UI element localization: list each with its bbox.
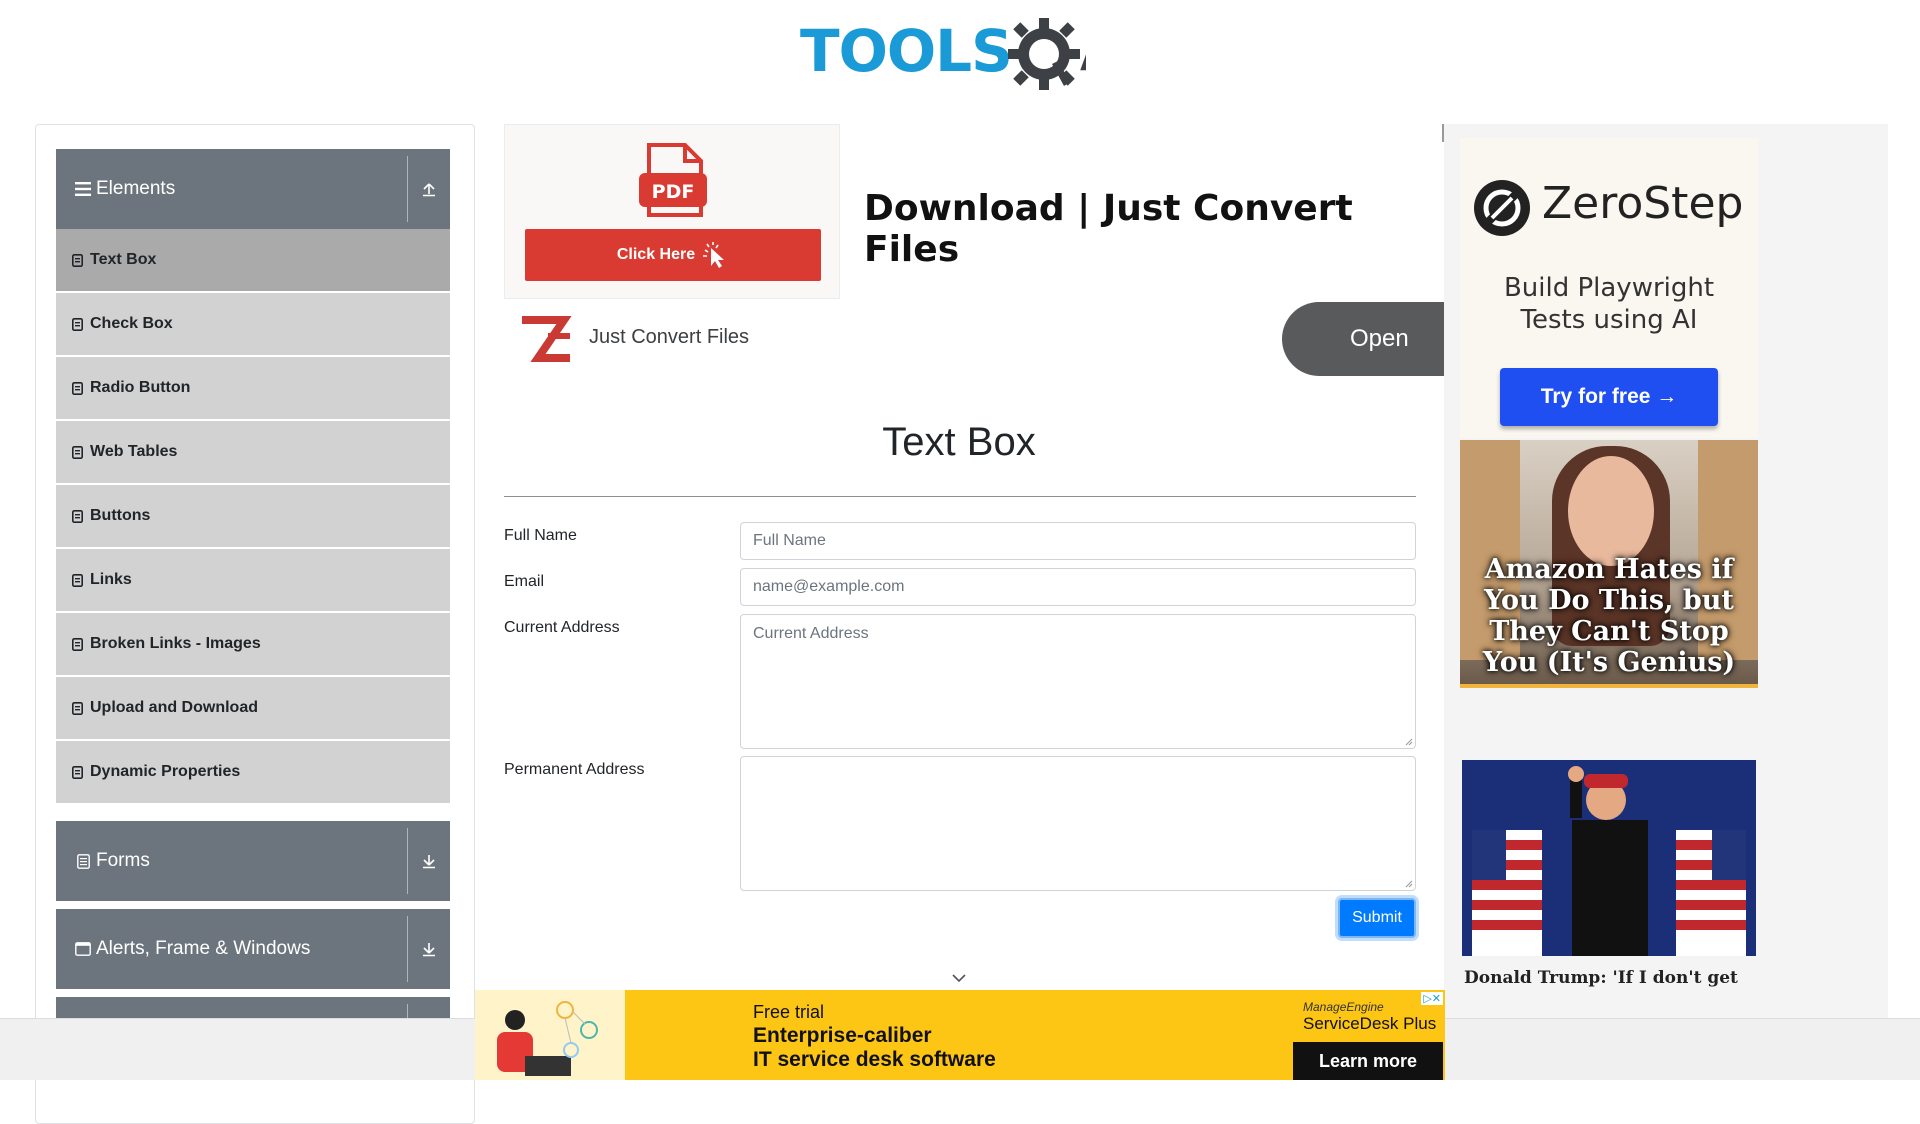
window-icon [74,940,92,958]
sidebar-item-text-box[interactable]: Text Box [56,229,450,291]
ad-image-face [1568,456,1654,566]
chevron-down-icon[interactable] [950,972,968,984]
sidebar-item-web-tables[interactable]: Web Tables [56,421,450,483]
cursor-click-icon [703,242,725,268]
resize-handle-icon[interactable] [1405,880,1413,888]
logo-qa-text: A [1080,27,1086,81]
zerostep-tagline-2: Tests using AI [1520,305,1698,335]
group-header-elements[interactable]: Elements [56,149,450,229]
logo-tools-text: TOOLS [800,17,1013,85]
sidebar-item-label: Buttons [90,507,151,524]
submit-button[interactable]: Submit [1338,898,1416,938]
current-address-label: Current Address [504,619,620,636]
zerostep-logo-icon [1474,180,1530,236]
list-item-icon [70,765,84,779]
pdf-label: PDF [652,181,695,203]
group-header-alerts[interactable]: Alerts, Frame & Windows [56,909,450,989]
list-item-icon [70,637,84,651]
news-photo [1462,760,1756,956]
toolsqa-logo[interactable]: TOOLS A [800,14,1125,94]
list-item-icon [70,509,84,523]
click-here-button[interactable]: Click Here [525,229,821,281]
group-title-forms: Forms [96,850,150,871]
expand-down-icon[interactable] [408,853,450,869]
full-name-input[interactable]: Full Name [740,522,1416,560]
current-address-textarea[interactable]: Current Address [740,614,1416,749]
ad-zerostep[interactable]: ZeroStep Build Playwright Tests using AI… [1460,138,1758,438]
email-input[interactable]: name@example.com [740,568,1416,606]
sidebar-item-label: Links [90,571,132,588]
ad-headline-line-1: Enterprise-caliber [753,1024,932,1047]
servicedesk-brand: ServiceDesk Plus [1303,1014,1437,1033]
ad-brand-name: Just Convert Files [589,326,750,348]
group-title-elements: Elements [96,178,176,199]
hamburger-icon [74,180,92,198]
sidebar-item-label: Text Box [90,251,157,268]
sidebar-item-radio-button[interactable]: Radio Button [56,357,450,419]
ad-headline: Download | Just Convert Files [864,188,1353,270]
ad-headline: Enterprise-caliber IT service desk softw… [753,1024,996,1072]
current-address-placeholder: Current Address [753,625,869,642]
permanent-address-textarea[interactable] [740,756,1416,891]
news-caption[interactable]: Donald Trump: 'If I don't get [1464,968,1738,988]
sidebar-item-label: Dynamic Properties [90,763,241,780]
group-title-alerts: Alerts, Frame & Windows [96,938,311,959]
full-name-label: Full Name [504,527,577,544]
ad-servicedesk-banner[interactable]: Free trial Enterprise-caliber IT service… [475,990,1445,1080]
ad-choices-icon[interactable]: ▷✕ [1421,992,1443,1005]
sidebar-item-buttons[interactable]: Buttons [56,485,450,547]
learn-more-button[interactable]: Learn more [1293,1042,1443,1080]
sidebar-item-check-box[interactable]: Check Box [56,293,450,355]
sidebar-item-upload-download[interactable]: Upload and Download [56,677,450,739]
gear-icon: A [1008,18,1086,90]
ad-sub-bar: Just Convert Files Open [504,302,1482,376]
try-for-free-button[interactable]: Try for free → [1500,368,1718,426]
form-icon [74,852,92,870]
full-name-placeholder: Full Name [753,532,826,549]
sidebar-item-dynamic-properties[interactable]: Dynamic Properties [56,741,450,803]
ad-banner-just-convert-files[interactable]: PDF Click Here Download | Just Convert F… [504,124,1482,376]
list-item-icon [70,573,84,587]
email-placeholder: name@example.com [753,578,905,595]
left-sidebar: Elements Text Box Check Box Radio Button… [35,124,475,1124]
list-item-icon [70,381,84,395]
sidebar-item-label: Broken Links - Images [90,635,261,652]
flag-left [1472,830,1542,956]
sidebar-item-links[interactable]: Links [56,549,450,611]
expand-down-icon[interactable] [408,941,450,957]
page-title: Text Box [882,420,1036,464]
email-label: Email [504,573,545,590]
just-convert-files-logo [522,316,572,362]
right-ad-column: ZeroStep Build Playwright Tests using AI… [1444,124,1888,1024]
manageengine-logo-text: ManageEngine [1303,1000,1384,1014]
pdf-file-icon: PDF [639,143,707,217]
ad-illustration [475,990,625,1080]
elements-menu-list: Text Box Check Box Radio Button Web Tabl… [56,229,450,805]
resize-handle-icon[interactable] [1405,738,1413,746]
ad-amazon[interactable]: Amazon Hates if You Do This, but They Ca… [1460,440,1758,688]
sidebar-item-label: Web Tables [90,443,178,460]
group-header-forms[interactable]: Forms [56,821,450,901]
sidebar-item-label: Upload and Download [90,699,258,716]
flag-right [1676,830,1746,956]
ad-news-image[interactable] [1462,760,1756,956]
click-here-label: Click Here [616,246,696,263]
ad-pdf-box: PDF Click Here [504,124,840,299]
list-item-icon [70,253,84,267]
list-item-icon [70,317,84,331]
ad-free-trial: Free trial [753,1002,825,1022]
divider [504,496,1416,497]
amazon-ad-caption: Amazon Hates if You Do This, but They Ca… [1482,554,1736,678]
sidebar-item-label: Radio Button [90,379,191,396]
zerostep-name: ZeroStep [1542,178,1744,229]
zerostep-tagline: Build Playwright Tests using AI [1460,272,1758,336]
sidebar-item-label: Check Box [90,315,173,332]
collapse-up-icon[interactable] [408,181,450,197]
ad-headline-line-2: IT service desk software [753,1048,996,1071]
permanent-address-label: Permanent Address [504,761,645,778]
list-item-icon [70,701,84,715]
sidebar-item-broken-links[interactable]: Broken Links - Images [56,613,450,675]
zerostep-tagline-1: Build Playwright [1503,273,1715,303]
list-item-icon [70,445,84,459]
